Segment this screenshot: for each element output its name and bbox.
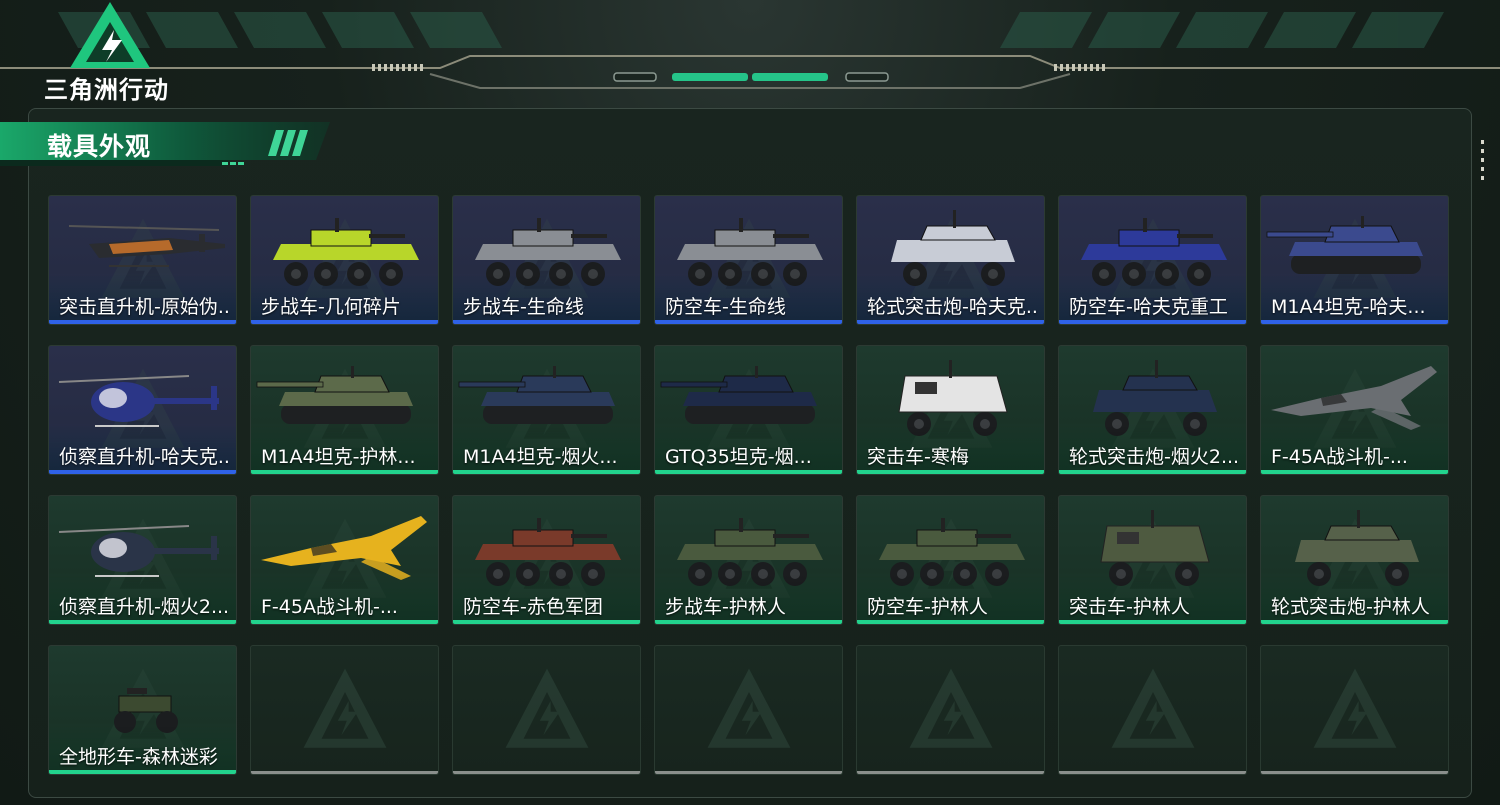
vehicle-skin-card[interactable]: M1A4坦克-烟火... bbox=[452, 345, 641, 475]
vehicle-skin-card[interactable]: 侦察直升机-哈夫克... bbox=[48, 345, 237, 475]
rarity-bar bbox=[857, 470, 1044, 474]
rarity-bar bbox=[1261, 470, 1448, 474]
rarity-bar bbox=[655, 470, 842, 474]
empty-skin-slot[interactable] bbox=[250, 645, 439, 775]
vehicle-skin-card[interactable]: 步战车-生命线 bbox=[452, 195, 641, 325]
vehicle-skin-card[interactable]: 步战车-护林人 bbox=[654, 495, 843, 625]
vehicle-skin-name: 全地形车-森林迷彩 bbox=[59, 746, 218, 768]
vehicle-skin-card[interactable]: M1A4坦克-哈夫... bbox=[1260, 195, 1449, 325]
vehicle-skin-name: 防空车-赤色军团 bbox=[463, 596, 603, 618]
rarity-bar bbox=[49, 320, 236, 324]
brand-watermark-icon bbox=[707, 668, 790, 748]
rarity-bar bbox=[857, 620, 1044, 624]
rarity-bar bbox=[1059, 470, 1246, 474]
vehicle-skin-card[interactable]: M1A4坦克-护林... bbox=[250, 345, 439, 475]
rarity-bar bbox=[1059, 320, 1246, 324]
rarity-bar bbox=[49, 470, 236, 474]
vehicle-skin-name: GTQ35坦克-烟... bbox=[665, 446, 812, 468]
vehicle-skin-card[interactable]: 防空车-哈夫克重工 bbox=[1058, 195, 1247, 325]
vehicle-skin-name: 轮式突击炮-烟火2... bbox=[1069, 446, 1240, 468]
empty-skin-slot[interactable] bbox=[654, 645, 843, 775]
vehicle-skin-name: 突击车-护林人 bbox=[1069, 596, 1190, 618]
rarity-bar bbox=[1261, 620, 1448, 624]
vehicle-skin-name: 突击车-寒梅 bbox=[867, 446, 969, 468]
game-title: 三角洲行动 bbox=[44, 76, 169, 104]
rarity-bar bbox=[1059, 620, 1246, 624]
vehicle-skin-name: M1A4坦克-哈夫... bbox=[1271, 296, 1426, 318]
section-title: 载具外观 bbox=[47, 132, 152, 161]
rarity-bar bbox=[251, 320, 438, 324]
vehicle-skin-card[interactable]: 防空车-生命线 bbox=[654, 195, 843, 325]
brand-watermark-icon bbox=[505, 668, 588, 748]
vehicle-skin-card[interactable]: 突击直升机-原始伪... bbox=[48, 195, 237, 325]
rarity-bar bbox=[453, 320, 640, 324]
vehicle-skin-name: F-45A战斗机-... bbox=[261, 596, 398, 618]
vehicle-skin-name: 侦察直升机-哈夫克... bbox=[59, 446, 230, 468]
vehicle-skin-name: 防空车-护林人 bbox=[867, 596, 988, 618]
vehicle-skin-name: 防空车-哈夫克重工 bbox=[1069, 296, 1228, 318]
vehicle-skin-name: 侦察直升机-烟火2... bbox=[59, 596, 230, 618]
rarity-bar bbox=[49, 620, 236, 624]
vehicle-skin-name: M1A4坦克-护林... bbox=[261, 446, 416, 468]
rarity-bar bbox=[49, 770, 236, 774]
rarity-bar bbox=[251, 470, 438, 474]
vehicle-skin-card[interactable]: 侦察直升机-烟火2... bbox=[48, 495, 237, 625]
rarity-bar bbox=[857, 771, 1044, 774]
vehicle-skin-card[interactable]: F-45A战斗机-... bbox=[250, 495, 439, 625]
vehicle-skin-name: 轮式突击炮-护林人 bbox=[1271, 596, 1430, 618]
vehicle-skin-card[interactable]: 步战车-几何碎片 bbox=[250, 195, 439, 325]
rarity-bar bbox=[251, 620, 438, 624]
rarity-bar bbox=[1261, 320, 1448, 324]
rarity-bar bbox=[655, 320, 842, 324]
brand-watermark-icon bbox=[1111, 668, 1194, 748]
rarity-bar bbox=[453, 470, 640, 474]
rarity-bar bbox=[655, 620, 842, 624]
app-root: 三角洲行动 载具外观 突击直升机-原始伪... 步战车-几何碎片 步战车-生命线… bbox=[0, 0, 1500, 805]
rarity-bar bbox=[857, 320, 1044, 324]
empty-skin-slot[interactable] bbox=[1260, 645, 1449, 775]
vehicle-skin-name: 突击直升机-原始伪... bbox=[59, 296, 230, 318]
vehicle-skin-card[interactable]: GTQ35坦克-烟... bbox=[654, 345, 843, 475]
vehicle-skin-card[interactable]: 防空车-护林人 bbox=[856, 495, 1045, 625]
rarity-bar bbox=[1261, 771, 1448, 774]
vehicle-skin-name: M1A4坦克-烟火... bbox=[463, 446, 618, 468]
vehicle-skin-name: 步战车-护林人 bbox=[665, 596, 786, 618]
vehicle-skin-grid: 突击直升机-原始伪... 步战车-几何碎片 步战车-生命线 防空车-生命线 轮式… bbox=[48, 195, 1450, 775]
rarity-bar bbox=[1059, 771, 1246, 774]
rarity-bar bbox=[655, 771, 842, 774]
rarity-bar bbox=[453, 771, 640, 774]
vehicle-skin-card[interactable]: 突击车-护林人 bbox=[1058, 495, 1247, 625]
empty-skin-slot[interactable] bbox=[1058, 645, 1247, 775]
scroll-indicator[interactable] bbox=[1480, 140, 1486, 180]
rarity-bar bbox=[453, 620, 640, 624]
vehicle-skin-card[interactable]: F-45A战斗机-... bbox=[1260, 345, 1449, 475]
vehicle-skin-name: F-45A战斗机-... bbox=[1271, 446, 1408, 468]
rarity-bar bbox=[251, 771, 438, 774]
brand-watermark-icon bbox=[1313, 668, 1396, 748]
vehicle-skin-name: 步战车-生命线 bbox=[463, 296, 584, 318]
vehicle-skin-name: 步战车-几何碎片 bbox=[261, 296, 401, 318]
vehicle-skin-card[interactable]: 防空车-赤色军团 bbox=[452, 495, 641, 625]
empty-skin-slot[interactable] bbox=[452, 645, 641, 775]
brand-watermark-icon bbox=[909, 668, 992, 748]
empty-skin-slot[interactable] bbox=[856, 645, 1045, 775]
vehicle-skin-card[interactable]: 全地形车-森林迷彩 bbox=[48, 645, 237, 775]
vehicle-skin-card[interactable]: 突击车-寒梅 bbox=[856, 345, 1045, 475]
vehicle-skin-card[interactable]: 轮式突击炮-哈夫克... bbox=[856, 195, 1045, 325]
vehicle-skin-name: 轮式突击炮-哈夫克... bbox=[867, 296, 1038, 318]
vehicle-skin-card[interactable]: 轮式突击炮-烟火2... bbox=[1058, 345, 1247, 475]
vehicle-skin-name: 防空车-生命线 bbox=[665, 296, 786, 318]
vehicle-skin-card[interactable]: 轮式突击炮-护林人 bbox=[1260, 495, 1449, 625]
header-decoration bbox=[0, 12, 1500, 89]
brand-watermark-icon bbox=[303, 668, 386, 748]
